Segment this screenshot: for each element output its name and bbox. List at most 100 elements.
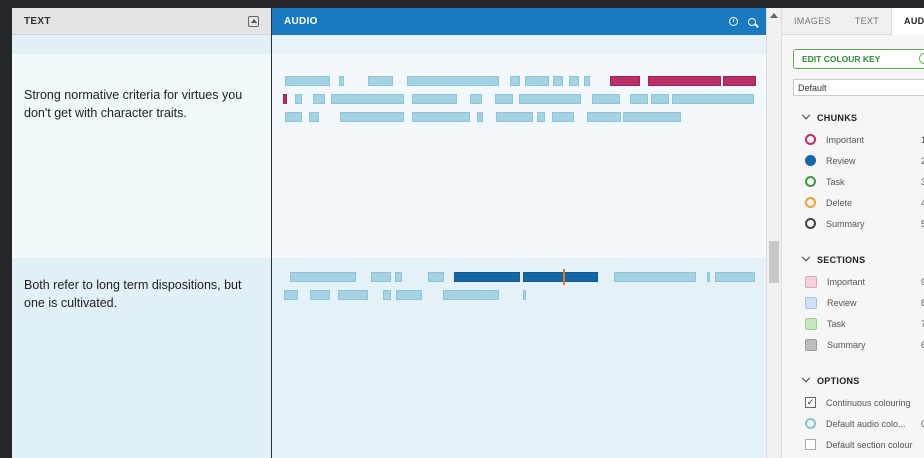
chunk-key-item[interactable]: Review 2 [793, 150, 924, 171]
section-key-label: Important [827, 276, 866, 287]
chunk-key-item[interactable]: Delete 4 [793, 192, 924, 213]
audio-chunk-important[interactable] [648, 76, 721, 86]
audio-chunk[interactable] [309, 112, 319, 122]
chunk-key-label: Review [826, 155, 856, 166]
audio-chunk[interactable] [523, 290, 526, 300]
audio-chunk[interactable] [313, 94, 325, 104]
text-row[interactable]: Strong normative criteria for virtues yo… [12, 35, 271, 250]
chunks-section: CHUNKS Important 1 Review 2 Task 3 [793, 110, 924, 234]
audio-chunk[interactable] [285, 76, 330, 86]
audio-chunk[interactable] [443, 290, 499, 300]
options-section-header[interactable]: OPTIONS [793, 373, 924, 388]
audio-chunk[interactable] [412, 112, 470, 122]
audio-chunk[interactable] [295, 94, 302, 104]
scroll-thumb[interactable] [769, 241, 779, 283]
default-section-colour-label: Default section colour [826, 439, 913, 450]
section-key-item[interactable]: Task 7 [793, 313, 924, 334]
audio-chunk[interactable] [290, 272, 356, 282]
ring-icon [805, 176, 816, 187]
collapse-icon[interactable] [248, 15, 259, 27]
section-key-label: Task [827, 318, 846, 329]
dot-icon [805, 155, 816, 166]
section-key-item[interactable]: Review 8 [793, 292, 924, 313]
default-audio-colour-option[interactable]: Default audio colo... 0 [793, 413, 924, 434]
audio-chunk[interactable] [396, 290, 422, 300]
chunk-key-item[interactable]: Summary 5 [793, 213, 924, 234]
tab-audio[interactable]: AUDI [891, 8, 924, 35]
swatch-icon [805, 296, 817, 309]
audio-chunk[interactable] [470, 94, 482, 104]
audio-chunk[interactable] [496, 112, 533, 122]
audio-chunk[interactable] [519, 94, 581, 104]
chunks-title: CHUNKS [817, 113, 858, 123]
audio-chunk[interactable] [395, 272, 402, 282]
audio-chunk[interactable] [338, 290, 368, 300]
audio-chunk[interactable] [285, 112, 302, 122]
audio-chunk[interactable] [407, 76, 499, 86]
audio-chunk[interactable] [525, 76, 549, 86]
edit-colour-key-button[interactable]: EDIT COLOUR KEY [793, 49, 924, 69]
audio-chunk[interactable] [623, 112, 681, 122]
section-key-item[interactable]: Summary 6 [793, 334, 924, 355]
audio-chunk[interactable] [587, 112, 621, 122]
audio-chunk[interactable] [672, 94, 754, 104]
zoom-icon[interactable] [748, 17, 756, 26]
audio-row[interactable] [272, 250, 766, 458]
audio-chunk[interactable] [651, 94, 669, 104]
text-row[interactable]: Both refer to long term dispositions, bu… [12, 250, 271, 458]
playhead-cursor[interactable] [563, 269, 565, 285]
section-key-item[interactable]: Important 9 [793, 271, 924, 292]
default-audio-colour-label: Default audio colo... [826, 418, 906, 429]
audio-chunk-important[interactable] [610, 76, 640, 86]
audio-chunk[interactable] [340, 112, 404, 122]
audio-chunk[interactable] [383, 290, 391, 300]
audio-chunk[interactable] [553, 76, 563, 86]
audio-chunk[interactable] [552, 112, 574, 122]
tab-images[interactable]: IMAGES [782, 8, 843, 35]
section-key-label: Review [827, 297, 857, 308]
audio-chunk[interactable] [310, 290, 330, 300]
audio-chunk[interactable] [368, 76, 393, 86]
default-section-colour-option[interactable]: Default section colour [793, 434, 924, 455]
audio-chunk[interactable] [412, 94, 457, 104]
audio-chunk-important[interactable] [283, 94, 287, 104]
chunk-key-item[interactable]: Task 3 [793, 171, 924, 192]
tab-text[interactable]: TEXT [843, 8, 891, 35]
chunk-key-item[interactable]: Important 1 [793, 129, 924, 150]
audio-column: AUDIO [272, 8, 766, 458]
vertical-scrollbar[interactable] [766, 8, 781, 458]
audio-chunk[interactable] [339, 76, 344, 86]
audio-chunk[interactable] [495, 94, 513, 104]
checkbox-empty-icon[interactable] [805, 439, 816, 450]
audio-chunk[interactable] [537, 112, 545, 122]
audio-chunk[interactable] [477, 112, 483, 122]
audio-chunk-important[interactable] [723, 76, 756, 86]
sections-section: SECTIONS Important 9 Review 8 Task 7 [793, 252, 924, 355]
audio-chunk-review[interactable] [523, 272, 598, 282]
app-window: TEXT Strong normative criteria for virtu… [0, 0, 924, 458]
audio-chunk[interactable] [707, 272, 710, 282]
audio-chunk[interactable] [630, 94, 648, 104]
audio-chunk[interactable] [428, 272, 444, 282]
continuous-colouring-option[interactable]: ✓ Continuous colouring [793, 392, 924, 413]
swatch-icon [805, 275, 817, 288]
checkbox-checked-icon[interactable]: ✓ [805, 397, 816, 408]
scroll-up-arrow-icon[interactable] [770, 13, 778, 18]
audio-chunk[interactable] [371, 272, 391, 282]
colour-key-select[interactable]: Default [793, 79, 924, 96]
audio-chunk[interactable] [510, 76, 520, 86]
audio-chunk[interactable] [584, 76, 590, 86]
clock-icon[interactable] [729, 17, 738, 26]
audio-chunk[interactable] [569, 76, 579, 86]
audio-chunk[interactable] [331, 94, 404, 104]
chunks-section-header[interactable]: CHUNKS [793, 110, 924, 125]
sections-section-header[interactable]: SECTIONS [793, 252, 924, 267]
audio-chunk[interactable] [284, 290, 298, 300]
chevron-down-icon [801, 373, 811, 383]
audio-chunk[interactable] [592, 94, 620, 104]
audio-row[interactable] [272, 35, 766, 250]
audio-chunk[interactable] [614, 272, 696, 282]
swatch-icon [805, 338, 817, 351]
audio-chunk-review[interactable] [454, 272, 520, 282]
audio-chunk[interactable] [715, 272, 755, 282]
